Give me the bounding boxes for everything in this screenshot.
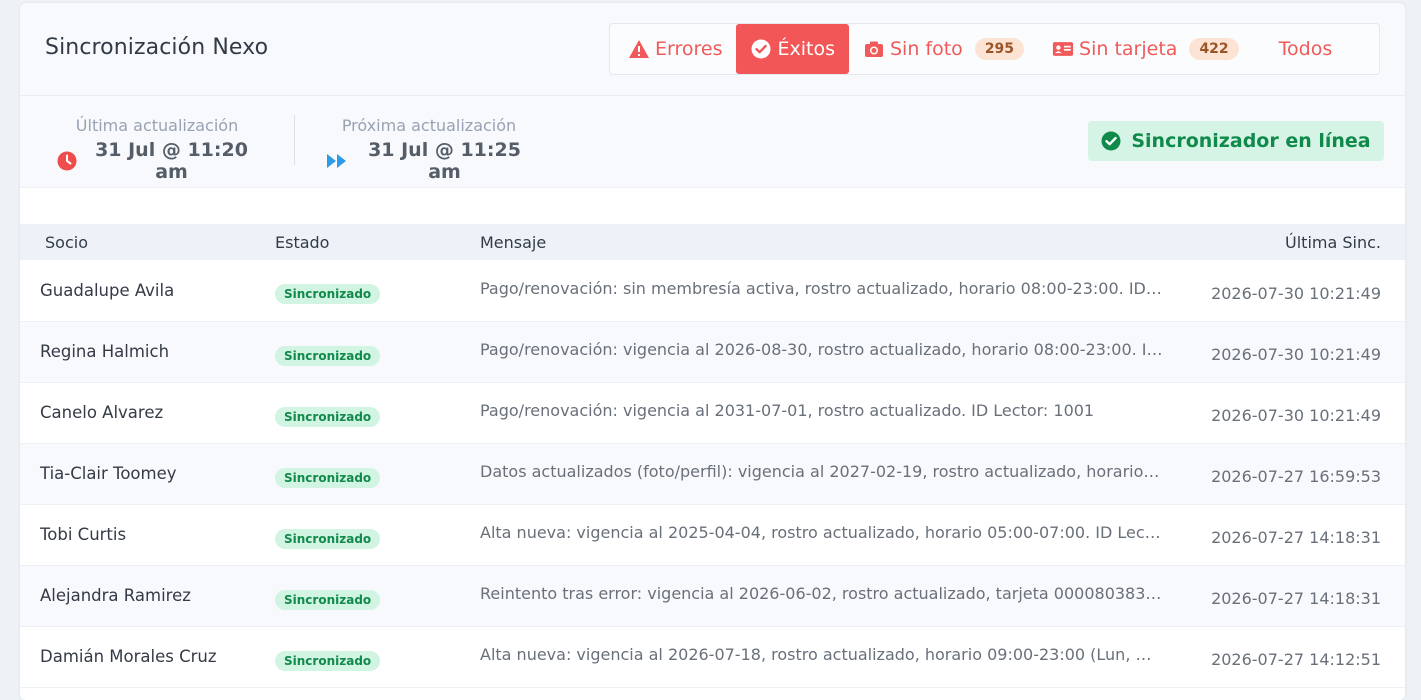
mensaje-text: Pago/renovación: sin membresía activa, r…: [480, 278, 1164, 298]
count-badge: 422: [1189, 38, 1239, 60]
mensaje-cell: Alta nueva: vigencia al 2025-04-04, rost…: [480, 504, 1200, 565]
table-row[interactable]: Tia-Clair Toomey Sincronizado Datos actu…: [20, 443, 1405, 504]
filter-label: Errores: [655, 38, 723, 60]
check-circle-icon: [1101, 131, 1121, 151]
sync-table: Socio Estado Mensaje Última Sinc. Guadal…: [20, 224, 1405, 688]
filter-exitos-button[interactable]: Éxitos: [736, 24, 849, 74]
estado-cell: Sincronizado: [275, 626, 480, 687]
status-badge: Sincronizado: [275, 650, 381, 671]
mensaje-cell: Alta nueva: vigencia al 2026-07-18, rost…: [480, 626, 1200, 687]
count-badge: 295: [974, 38, 1025, 60]
filter-label: Todos: [1278, 38, 1333, 60]
mensaje-text: Pago/renovación: vigencia al 2026-08-30,…: [480, 340, 1164, 359]
socio-name: Damián Morales Cruz: [40, 647, 217, 666]
mensaje-cell: Reintento tras error: vigencia al 2026-0…: [480, 565, 1200, 626]
mensaje-cell: Pago/renovación: vigencia al 2026-08-30,…: [480, 321, 1200, 382]
status-badge: Sincronizado: [275, 345, 381, 366]
next-update-value-row: 31 Jul @ 11:25 am: [326, 139, 532, 183]
mensaje-cell: Datos actualizados (foto/perfil): vigenc…: [480, 443, 1200, 504]
status-badge: Sincronizador en línea: [1088, 121, 1384, 161]
mensaje-cell: Pago/renovación: vigencia al 2031-07-01,…: [480, 382, 1200, 443]
table-row[interactable]: Regina Halmich Sincronizado Pago/renovac…: [20, 321, 1405, 382]
filter-sin-tarjeta-button[interactable]: Sin tarjeta 422: [1038, 24, 1253, 74]
status-badge: Sincronizado: [275, 528, 381, 549]
column-header-mensaje[interactable]: Mensaje: [480, 224, 1200, 260]
mensaje-text: Reintento tras error: vigencia al 2026-0…: [480, 584, 1164, 603]
fecha-cell: 2026-07-27 14:18:31: [1211, 589, 1381, 608]
column-header-ultima-sinc[interactable]: Última Sinc.: [1200, 224, 1405, 260]
filter-errores-button[interactable]: Errores: [614, 24, 736, 74]
column-header-socio[interactable]: Socio: [20, 224, 275, 260]
socio-name: Regina Halmich: [40, 342, 170, 361]
filter-todos-button[interactable]: Todos: [1253, 24, 1347, 74]
id-card-icon: [1052, 38, 1074, 60]
table-header-row: Socio Estado Mensaje Última Sinc.: [20, 224, 1405, 260]
estado-cell: Sincronizado: [275, 443, 480, 504]
socio-name: Canelo Alvarez: [40, 403, 164, 422]
filter-tabs: Errores Éxitos Sin foto 295 Sin tarjeta: [609, 23, 1380, 75]
next-update-value: 31 Jul @ 11:25 am: [368, 139, 521, 183]
divider: [294, 115, 295, 165]
last-update-value: 31 Jul @ 11:20 am: [95, 139, 248, 183]
filter-label: Éxitos: [777, 38, 835, 60]
status-badge: Sincronizado: [275, 467, 381, 488]
sync-status-row: Última actualización 31 Jul @ 11:20 am P…: [20, 96, 1405, 188]
estado-cell: Sincronizado: [275, 382, 480, 443]
mensaje-text: Alta nueva: vigencia al 2026-07-18, rost…: [480, 645, 1164, 664]
fecha-cell: 2026-07-27 14:18:31: [1211, 528, 1381, 547]
socio-name: Tobi Curtis: [40, 525, 127, 544]
next-update: Próxima actualización 31 Jul @ 11:25 am: [326, 116, 532, 183]
socio-name: Tia-Clair Toomey: [40, 464, 177, 483]
estado-cell: Sincronizado: [275, 504, 480, 565]
status-badge: Sincronizado: [275, 284, 381, 305]
socio-name: Alejandra Ramirez: [40, 586, 191, 605]
column-header-estado[interactable]: Estado: [275, 224, 480, 260]
estado-cell: Sincronizado: [275, 260, 480, 321]
socio-name: Guadalupe Avila: [40, 280, 175, 300]
page-title: Sincronización Nexo: [45, 35, 269, 60]
fecha-cell: 2026-07-27 14:12:51: [1211, 650, 1381, 669]
last-update-value-row: 31 Jul @ 11:20 am: [57, 139, 257, 183]
mensaje-text: Alta nueva: vigencia al 2025-04-04, rost…: [480, 523, 1164, 542]
table-row[interactable]: Guadalupe Avila Sincronizado Pago/renova…: [20, 260, 1405, 321]
check-circle-icon: [750, 38, 772, 60]
filter-label: Sin tarjeta: [1079, 38, 1178, 60]
estado-cell: Sincronizado: [275, 565, 480, 626]
last-update-label: Última actualización: [75, 116, 239, 135]
fast-forward-icon: [326, 153, 348, 169]
table-row[interactable]: Tobi Curtis Sincronizado Alta nueva: vig…: [20, 504, 1405, 565]
filter-label: Sin foto: [890, 38, 963, 60]
table-row[interactable]: Canelo Alvarez Sincronizado Pago/renovac…: [20, 382, 1405, 443]
table-row[interactable]: Damián Morales Cruz Sincronizado Alta nu…: [20, 626, 1405, 687]
sync-card: Sincronización Nexo Errores Éxitos Sin f…: [20, 3, 1405, 700]
warning-icon: [628, 38, 650, 60]
status-badge: Sincronizado: [275, 406, 381, 427]
status-label: Sincronizador en línea: [1131, 130, 1371, 152]
last-update: Última actualización 31 Jul @ 11:20 am: [57, 116, 257, 183]
fecha-cell: 2026-07-30 10:21:49: [1211, 283, 1381, 303]
mensaje-text: Datos actualizados (foto/perfil): vigenc…: [480, 462, 1164, 481]
filter-sin-foto-button[interactable]: Sin foto 295: [849, 24, 1038, 74]
mensaje-cell: Pago/renovación: sin membresía activa, r…: [480, 260, 1200, 321]
table-row[interactable]: Alejandra Ramirez Sincronizado Reintento…: [20, 565, 1405, 626]
mensaje-text: Pago/renovación: vigencia al 2031-07-01,…: [480, 401, 1095, 420]
next-update-label: Próxima actualización: [341, 116, 517, 135]
fecha-cell: 2026-07-27 16:59:53: [1211, 467, 1381, 486]
camera-icon: [863, 38, 885, 60]
card-header: Sincronización Nexo Errores Éxitos Sin f…: [20, 3, 1405, 96]
fecha-cell: 2026-07-30 10:21:49: [1211, 345, 1381, 364]
clock-icon: [57, 151, 77, 171]
estado-cell: Sincronizado: [275, 321, 480, 382]
status-badge: Sincronizado: [275, 589, 381, 610]
fecha-cell: 2026-07-30 10:21:49: [1211, 406, 1381, 425]
